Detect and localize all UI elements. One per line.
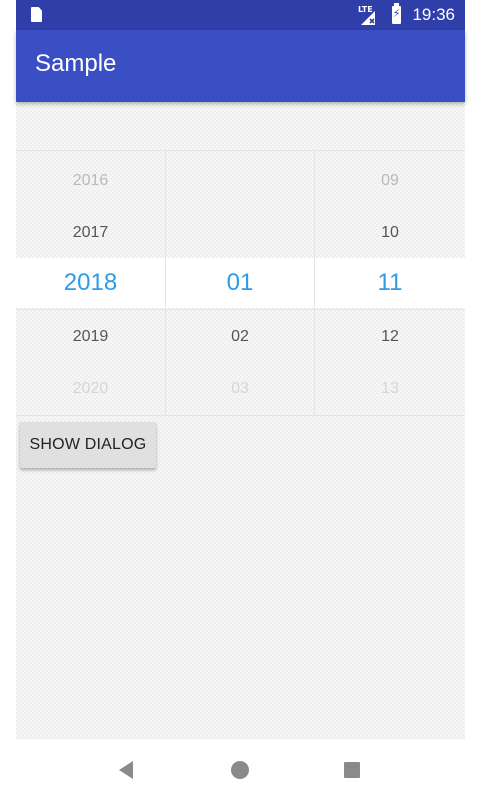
picker-item[interactable]: 2017: [16, 207, 165, 259]
picker-item[interactable]: 2016: [16, 155, 165, 207]
picker-item[interactable]: 09: [315, 155, 465, 207]
picker-column-day[interactable]: 01 02 03: [166, 151, 315, 415]
app-title: Sample: [35, 50, 117, 77]
status-time: 19:36: [412, 5, 455, 24]
app-window: LTE 19:36 Sample 2016 2017 2018 2019 202…: [16, 0, 465, 800]
sd-card-icon: [31, 7, 42, 22]
picker-item-selected[interactable]: 2018: [16, 258, 165, 308]
picker-item[interactable]: 2019: [16, 311, 165, 363]
app-bar: Sample: [16, 30, 465, 102]
home-icon[interactable]: [231, 761, 249, 779]
battery-charging-icon: [392, 3, 401, 24]
date-picker-wheel[interactable]: 2016 2017 2018 2019 2020 01 02 03 09 10 …: [16, 150, 465, 416]
picker-item[interactable]: 02: [166, 311, 314, 363]
recents-icon[interactable]: [344, 762, 360, 778]
back-icon[interactable]: [119, 761, 133, 779]
show-dialog-button[interactable]: SHOW DIALOG: [20, 422, 156, 468]
picker-item[interactable]: 10: [315, 207, 465, 259]
main-content: 2016 2017 2018 2019 2020 01 02 03 09 10 …: [16, 102, 465, 739]
signal-icon: [361, 11, 375, 25]
picker-item[interactable]: [166, 207, 314, 259]
picker-item[interactable]: 13: [315, 363, 465, 415]
navigation-bar: [16, 739, 465, 800]
picker-item-selected[interactable]: 01: [166, 258, 314, 308]
picker-item[interactable]: 03: [166, 363, 314, 415]
picker-item-selected[interactable]: 11: [315, 258, 465, 308]
picker-item[interactable]: [166, 155, 314, 207]
picker-column-month[interactable]: 09 10 11 12 13: [315, 151, 465, 415]
status-bar: LTE 19:36: [16, 0, 465, 30]
picker-column-year[interactable]: 2016 2017 2018 2019 2020: [16, 151, 166, 415]
picker-item[interactable]: 2020: [16, 363, 165, 415]
picker-item[interactable]: 12: [315, 311, 465, 363]
